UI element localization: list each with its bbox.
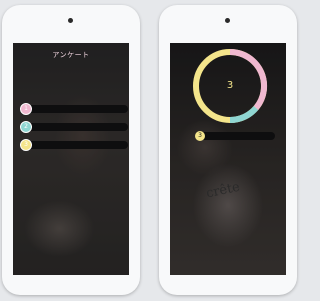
result-number-badge: 3 <box>195 131 205 141</box>
left-phone-mockup: アンケート 1 2 3 <box>2 5 140 295</box>
ring-center-number: 3 <box>226 80 234 91</box>
survey-screen: アンケート 1 2 3 <box>13 43 129 275</box>
survey-option-3[interactable]: 3 <box>20 139 128 151</box>
speaker <box>225 18 230 23</box>
option-number-badge: 3 <box>20 139 32 151</box>
speaker <box>68 18 73 23</box>
option-number-badge: 1 <box>20 103 32 115</box>
result-ring-chart: 3 <box>190 46 270 126</box>
survey-title: アンケート <box>52 51 90 59</box>
result-screen: 3 3 crête <box>170 43 286 275</box>
survey-option-2[interactable]: 2 <box>20 121 128 133</box>
survey-option-1[interactable]: 1 <box>20 103 128 115</box>
result-row: 3 <box>195 131 275 141</box>
option-number-badge: 2 <box>20 121 32 133</box>
right-phone-mockup: 3 3 crête <box>159 5 297 295</box>
